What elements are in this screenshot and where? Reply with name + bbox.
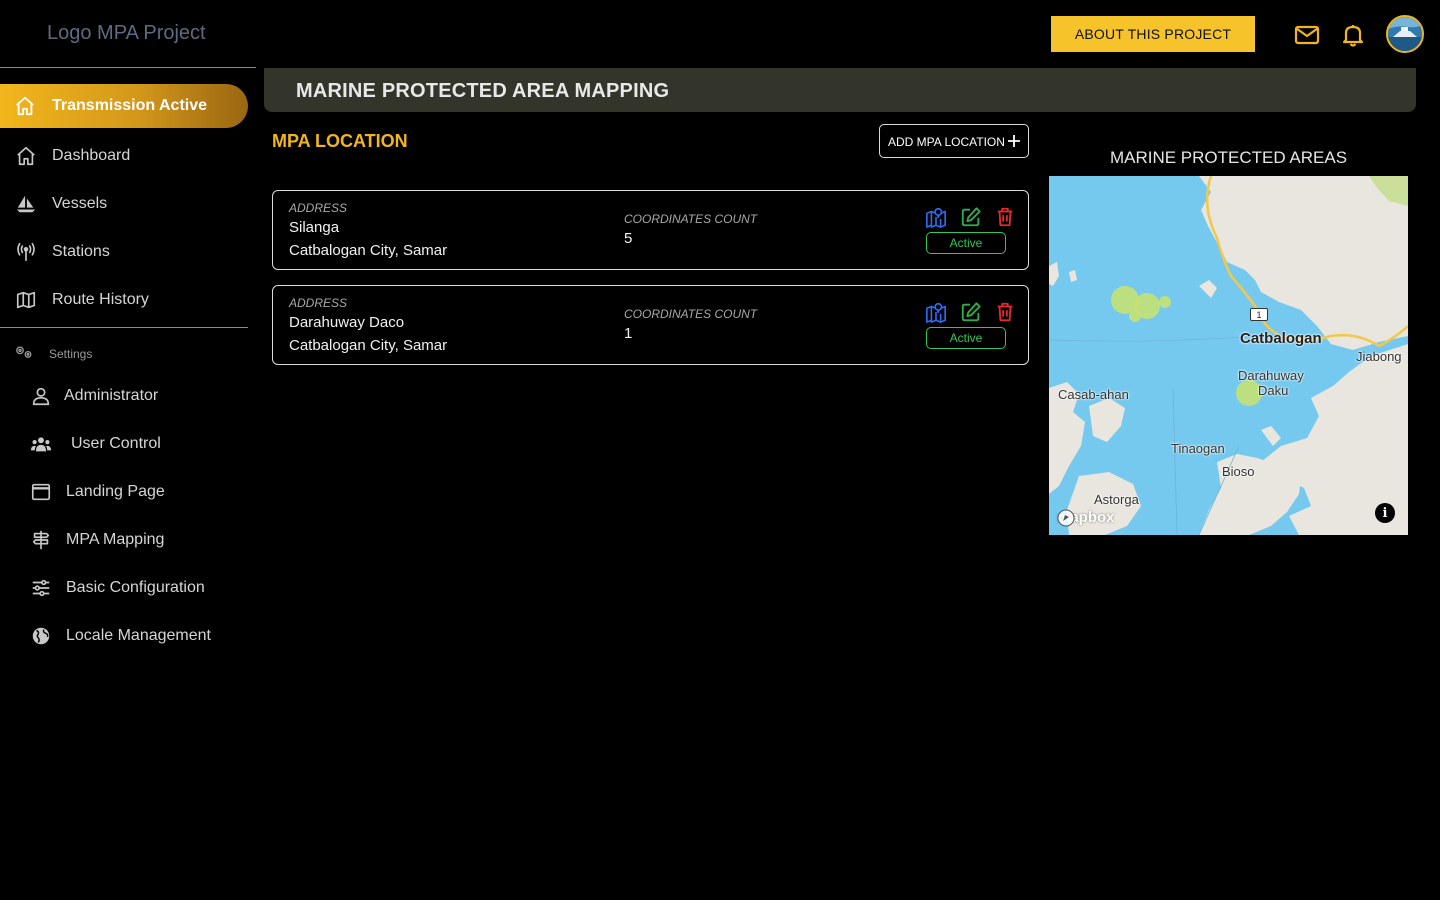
settings-label: Settings [49,347,93,361]
mapbox-logo[interactable]: mapbox [1057,509,1115,527]
mail-icon[interactable] [1294,22,1320,48]
address-label: ADDRESS [289,201,348,215]
sidebar-item-label: Dashboard [52,147,131,164]
address-label: ADDRESS [289,296,348,310]
home-icon [17,146,35,166]
mpa-map[interactable]: 1 Catbalogan Jiabong Darahuway Daku Casa… [1049,176,1408,535]
map-canvas [1049,176,1408,535]
sidebar-item-label: Stations [52,243,110,260]
sidebar-item-label: Vessels [52,195,108,212]
sliders-icon [32,579,50,597]
coordinates-count-label: COORDINATES COUNT [624,212,758,226]
app-logo[interactable]: Logo MPA Project [47,22,206,45]
bell-icon[interactable] [1340,22,1366,48]
map-icon [16,291,36,309]
add-mpa-location-label: ADD MPA LOCATION [888,135,1005,149]
sidebar-item-label: Transmission Active [52,97,208,114]
users-icon [30,437,52,452]
map-label-daku: Daku [1258,383,1289,398]
edit-icon[interactable] [960,206,982,228]
map-label-darahuway: Darahuway [1238,368,1304,383]
mpa-location-card: ADDRESS Silanga Catbalogan City, Samar C… [272,190,1029,270]
map-label-casab-ahan: Casab-ahan [1058,387,1129,402]
map-info-button[interactable]: i [1375,503,1395,523]
sailboat-icon [16,195,36,213]
status-badge: Active [926,232,1006,254]
delete-icon[interactable] [994,301,1016,323]
coordinates-count-label: COORDINATES COUNT [624,307,758,321]
map-label-tinaogan: Tinaogan [1171,441,1225,456]
sidebar-divider [0,327,248,328]
map-label-catbalogan: Catbalogan [1240,330,1322,347]
coordinates-count-value: 5 [624,230,633,247]
sidebar-item-basic-configuration[interactable]: Basic Configuration [0,570,248,606]
mpa-location-card: ADDRESS Darahuway Daco Catbalogan City, … [272,285,1029,365]
add-mpa-location-button[interactable]: ADD MPA LOCATION [879,124,1029,158]
sidebar-item-landing-page[interactable]: Landing Page [0,474,248,510]
map-label-jiabong: Jiabong [1356,349,1402,364]
sidebar-item-user-control[interactable]: User Control [0,426,248,462]
sidebar-item-locale-management[interactable]: Locale Management [0,618,248,654]
about-project-button[interactable]: ABOUT THIS PROJECT [1051,16,1255,52]
map-title: MARINE PROTECTED AREAS [1109,148,1348,167]
view-map-icon[interactable] [925,206,947,228]
mpa-location-title: MPA LOCATION [272,131,408,151]
status-badge: Active [926,327,1006,349]
sidebar-item-label: User Control [71,435,161,452]
edit-icon[interactable] [960,301,982,323]
sidebar-item-route-history[interactable]: Route History [0,282,248,318]
mapbox-icon [1057,509,1075,527]
location-city: Catbalogan City, Samar [289,242,448,259]
home-icon [16,96,34,116]
sidebar-item-label: Basic Configuration [66,579,205,596]
map-label-astorga: Astorga [1094,492,1139,507]
sidebar-item-mpa-mapping[interactable]: MPA Mapping [0,522,248,558]
avatar-image [1388,17,1422,51]
user-icon [32,387,50,406]
sidebar-item-label: Administrator [64,387,159,404]
logo-divider [0,67,256,68]
sidebar-item-label: Landing Page [66,483,165,500]
sidebar-item-vessels[interactable]: Vessels [0,186,248,222]
sidebar-item-label: Route History [52,291,149,308]
sidebar-item-label: Locale Management [66,627,211,644]
gears-icon [16,346,32,358]
antenna-icon [17,242,35,262]
location-name: Silanga [289,219,340,236]
location-name: Darahuway Daco [289,314,405,331]
sidebar: Logo MPA Project Transmission Active Das… [0,0,256,900]
coordinates-count-value: 1 [624,325,633,342]
window-icon [31,483,51,501]
location-city: Catbalogan City, Samar [289,337,448,354]
page-header: MARINE PROTECTED AREA MAPPING [264,68,1416,112]
page-title: MARINE PROTECTED AREA MAPPING [296,80,670,102]
delete-icon[interactable] [994,206,1016,228]
sidebar-item-label: MPA Mapping [66,531,165,548]
sidebar-item-stations[interactable]: Stations [0,234,248,270]
plus-icon [1008,135,1020,147]
view-map-icon[interactable] [925,301,947,323]
sidebar-item-dashboard[interactable]: Dashboard [0,138,248,174]
sidebar-item-transmission-active[interactable]: Transmission Active [0,84,248,128]
road-shield: 1 [1250,308,1268,321]
avatar[interactable] [1386,15,1424,53]
globe-icon [32,627,50,645]
map-label-bioso: Bioso [1222,464,1255,479]
signpost-icon [32,530,50,550]
sidebar-item-administrator[interactable]: Administrator [0,378,248,414]
